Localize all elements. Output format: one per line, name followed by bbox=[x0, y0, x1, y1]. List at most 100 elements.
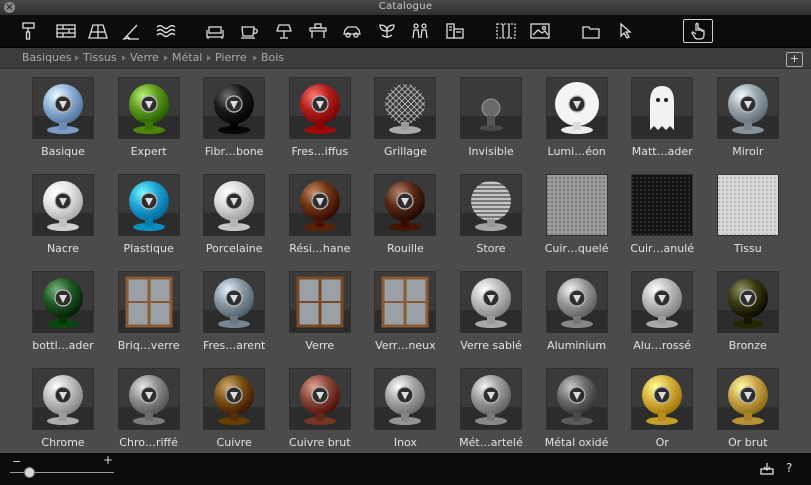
material-thumbnail bbox=[460, 174, 522, 236]
water-waves-tool-button[interactable] bbox=[155, 21, 177, 41]
breadcrumb-1[interactable]: Basiques bbox=[22, 51, 72, 64]
zoom-slider-handle[interactable] bbox=[23, 467, 35, 478]
material-item[interactable]: Nacre bbox=[20, 166, 106, 260]
material-item[interactable]: Fibr…bone bbox=[191, 69, 277, 163]
material-label: Tissu bbox=[733, 242, 762, 255]
material-item[interactable]: Grillage bbox=[362, 69, 448, 163]
material-thumbnail bbox=[117, 174, 180, 236]
buildings-tool-button[interactable] bbox=[444, 21, 466, 41]
material-item[interactable]: Verr…neux bbox=[362, 263, 448, 357]
material-thumbnail bbox=[203, 368, 266, 430]
material-label: Porcelaine bbox=[205, 242, 263, 255]
breadcrumb-6[interactable]: Bois bbox=[261, 51, 284, 64]
table-tool-button[interactable] bbox=[307, 21, 329, 41]
material-item[interactable]: Store bbox=[448, 166, 534, 260]
brick-wall-tool-button[interactable] bbox=[55, 21, 77, 41]
material-item[interactable]: Verre bbox=[277, 263, 363, 357]
material-label: Basique bbox=[41, 145, 85, 158]
material-item[interactable]: Inox bbox=[362, 360, 448, 454]
material-item[interactable]: Cuir…anulé bbox=[619, 166, 705, 260]
material-thumbnail bbox=[203, 174, 266, 236]
arrow-pointer-icon bbox=[620, 22, 632, 39]
texture-tool-button[interactable] bbox=[495, 21, 517, 41]
material-label: Miroir bbox=[732, 145, 764, 158]
material-item[interactable]: Verre sablé bbox=[448, 263, 534, 357]
material-thumbnail bbox=[32, 174, 94, 236]
material-thumbnail bbox=[32, 77, 94, 139]
material-item[interactable]: Matt…ader bbox=[619, 69, 705, 163]
car-tool-button[interactable] bbox=[341, 21, 363, 41]
material-item[interactable]: Expert bbox=[106, 69, 192, 163]
material-item[interactable]: Cuivre bbox=[191, 360, 277, 454]
material-label: Alu…rossé bbox=[633, 339, 692, 352]
material-item[interactable]: Chrome bbox=[20, 360, 106, 454]
material-label: Rési…hane bbox=[289, 242, 351, 255]
people-tool-button[interactable] bbox=[409, 21, 431, 41]
folder-tool-button[interactable] bbox=[580, 21, 602, 41]
brush-tool-button[interactable] bbox=[121, 21, 143, 41]
material-item[interactable]: Tissu bbox=[705, 166, 791, 260]
material-item[interactable]: Chro…riffé bbox=[106, 360, 192, 454]
hand-pointer-tool-button[interactable] bbox=[683, 19, 713, 43]
lamp-tool-button[interactable] bbox=[273, 21, 295, 41]
bottom-bar: − + ? bbox=[0, 453, 811, 485]
material-item[interactable]: Aluminium bbox=[534, 263, 620, 357]
cup-tool-button[interactable] bbox=[238, 21, 260, 41]
breadcrumb-4[interactable]: Métal bbox=[172, 51, 202, 64]
paint-roller-tool-button[interactable] bbox=[17, 21, 39, 41]
material-item[interactable]: bottl…ader bbox=[20, 263, 106, 357]
brush-icon bbox=[122, 24, 139, 41]
material-item[interactable]: Or brut bbox=[705, 360, 791, 454]
material-thumbnail bbox=[545, 77, 608, 139]
material-item[interactable]: Lumi…éon bbox=[534, 69, 620, 163]
material-item[interactable]: Briq…verre bbox=[106, 263, 192, 357]
zoom-in-label: + bbox=[103, 453, 114, 467]
material-item[interactable]: Porcelaine bbox=[191, 166, 277, 260]
material-item[interactable]: Plastique bbox=[106, 166, 192, 260]
material-item[interactable]: Fres…arent bbox=[191, 263, 277, 357]
material-item[interactable]: Invisible bbox=[448, 69, 534, 163]
material-item[interactable]: Miroir bbox=[705, 69, 791, 163]
material-item[interactable]: Basique bbox=[20, 69, 106, 163]
paving-tool-button[interactable] bbox=[87, 21, 109, 41]
plant-tool-button[interactable] bbox=[376, 21, 398, 41]
catalogue-window: × Catalogue Basiques Tissus Verre Métal Pier… bbox=[0, 0, 811, 485]
sofa-tool-button[interactable] bbox=[204, 21, 226, 41]
material-label: bottl…ader bbox=[32, 339, 94, 352]
breadcrumb-2[interactable]: Tissus bbox=[83, 51, 117, 64]
material-thumbnail bbox=[374, 368, 437, 430]
material-item[interactable]: Rouille bbox=[362, 166, 448, 260]
arrow-pointer-tool-button[interactable] bbox=[614, 21, 636, 41]
material-thumbnail bbox=[32, 368, 94, 430]
image-tool-button[interactable] bbox=[529, 21, 551, 41]
material-thumbnail bbox=[460, 271, 522, 333]
material-label: Rouille bbox=[386, 242, 424, 255]
breadcrumb-5[interactable]: Pierre bbox=[215, 51, 247, 64]
add-material-button[interactable]: + bbox=[786, 52, 803, 67]
hand-pointer-icon bbox=[691, 22, 705, 40]
breadcrumb-3[interactable]: Verre bbox=[130, 51, 159, 64]
material-thumbnail bbox=[374, 77, 437, 139]
material-item[interactable]: Bronze bbox=[705, 263, 791, 357]
material-thumbnail bbox=[288, 368, 351, 430]
material-item[interactable]: Fres…iffus bbox=[277, 69, 363, 163]
help-button[interactable]: ? bbox=[786, 461, 792, 475]
material-item[interactable]: Mét…artelé bbox=[448, 360, 534, 454]
material-label: Grillage bbox=[384, 145, 427, 158]
material-label: Invisible bbox=[468, 145, 514, 158]
material-item[interactable]: Métal oxidé bbox=[534, 360, 620, 454]
material-label: Fibr…bone bbox=[204, 145, 264, 158]
breadcrumb-separator-icon bbox=[122, 55, 126, 61]
material-item[interactable]: Or bbox=[619, 360, 705, 454]
material-label: Cuivre brut bbox=[289, 436, 351, 449]
export-icon[interactable] bbox=[760, 462, 774, 475]
material-item[interactable]: Cuivre brut bbox=[277, 360, 363, 454]
material-thumbnail bbox=[203, 77, 266, 139]
material-thumbnail bbox=[545, 174, 608, 236]
breadcrumb: Basiques Tissus Verre Métal Pierre Bois bbox=[0, 48, 811, 69]
breadcrumb-separator-icon bbox=[207, 55, 211, 61]
material-item[interactable]: Cuir…quelé bbox=[534, 166, 620, 260]
material-item[interactable]: Rési…hane bbox=[277, 166, 363, 260]
material-thumbnail bbox=[288, 271, 351, 333]
material-item[interactable]: Alu…rossé bbox=[619, 263, 705, 357]
